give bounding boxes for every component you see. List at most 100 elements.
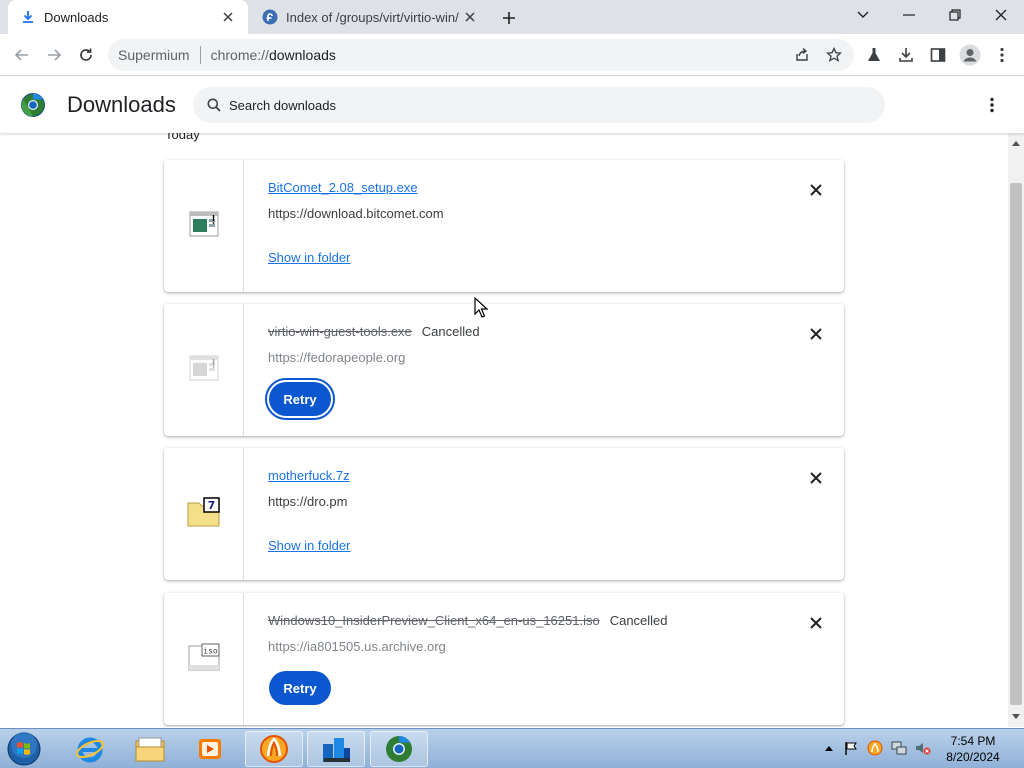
chevron-up-icon xyxy=(825,746,833,751)
search-downloads-input[interactable]: Search downloads xyxy=(193,87,885,123)
close-window-button[interactable] xyxy=(978,0,1024,30)
mouse-cursor-icon xyxy=(474,296,489,323)
retry-button[interactable]: Retry xyxy=(269,671,331,705)
download-icon xyxy=(20,9,36,25)
browser-toolbar: Supermium chrome://downloads xyxy=(0,34,1024,76)
plus-icon xyxy=(503,12,515,24)
url-scheme: chrome:// xyxy=(210,47,269,63)
share-icon[interactable] xyxy=(788,41,816,69)
remove-from-list-button[interactable] xyxy=(804,322,828,346)
chevron-down-icon xyxy=(857,11,869,18)
new-tab-button[interactable] xyxy=(498,7,520,29)
7z-archive-icon: 7 xyxy=(187,496,221,532)
restore-icon xyxy=(949,9,961,21)
show-hidden-icons-button[interactable] xyxy=(820,739,838,757)
profile-button[interactable] xyxy=(956,41,984,69)
file-name-cancelled: Windows10_InsiderPreview_Client_x64_en-u… xyxy=(268,613,600,628)
close-icon[interactable] xyxy=(220,9,236,25)
labs-button[interactable] xyxy=(860,41,888,69)
minimize-button[interactable] xyxy=(886,0,932,30)
start-button[interactable] xyxy=(4,731,44,767)
download-icon xyxy=(899,48,913,62)
file-icon-column xyxy=(164,160,244,292)
clock-date: 8/20/2024 xyxy=(946,750,1000,764)
bitcomet-icon[interactable] xyxy=(245,731,303,767)
site-chip[interactable]: Supermium xyxy=(118,47,190,63)
show-in-folder-link[interactable]: Show in folder xyxy=(268,250,350,265)
bitcomet-tray-icon[interactable] xyxy=(866,739,884,757)
show-in-folder-link[interactable]: Show in folder xyxy=(268,538,350,553)
restore-button[interactable] xyxy=(932,0,978,30)
close-icon[interactable] xyxy=(462,9,478,25)
separator xyxy=(199,46,201,64)
page-title: Downloads xyxy=(67,92,176,117)
file-icon-column: iso xyxy=(164,593,244,725)
forward-button[interactable] xyxy=(40,41,68,69)
svg-text:7: 7 xyxy=(207,499,215,512)
arrow-right-icon xyxy=(48,49,62,61)
file-manager-icon[interactable] xyxy=(307,731,365,767)
side-panel-icon xyxy=(930,48,946,62)
tab-index-virtio[interactable]: Index of /groups/virt/virtio-win/ xyxy=(250,0,490,34)
downloads-button[interactable] xyxy=(892,41,920,69)
media-player-icon[interactable] xyxy=(181,731,239,767)
date-label: Today xyxy=(165,133,200,142)
tab-strip: Downloads Index of /groups/virt/virtio-w… xyxy=(0,0,1024,34)
reload-button[interactable] xyxy=(72,41,100,69)
fedora-icon xyxy=(262,9,278,25)
address-bar[interactable]: Supermium chrome://downloads xyxy=(108,39,854,71)
source-url[interactable]: https://fedorapeople.org xyxy=(268,350,405,365)
file-name: BitComet_2.08_setup.exe xyxy=(268,180,418,195)
scroll-up-arrow-icon[interactable] xyxy=(1008,135,1024,151)
source-url[interactable]: https://ia801505.us.archive.org xyxy=(268,639,446,654)
supermium-logo-icon xyxy=(21,93,45,117)
remove-from-list-button[interactable] xyxy=(804,611,828,635)
supermium-icon[interactable] xyxy=(370,731,428,767)
minimize-icon xyxy=(903,14,915,16)
remove-from-list-button[interactable] xyxy=(804,466,828,490)
tab-downloads[interactable]: Downloads xyxy=(8,0,248,34)
arrow-left-icon xyxy=(14,49,28,61)
tab-search-button[interactable] xyxy=(840,0,886,30)
download-item: virtio-win-guest-tools.exe Cancelled http… xyxy=(164,304,844,436)
retry-button[interactable]: Retry xyxy=(265,378,335,420)
back-button[interactable] xyxy=(8,41,36,69)
download-item: BitComet_2.08_setup.exe https://download… xyxy=(164,160,844,292)
network-icon[interactable] xyxy=(890,739,908,757)
browser-menu-button[interactable] xyxy=(988,41,1016,69)
scrollbar-thumb[interactable] xyxy=(1010,183,1022,705)
exe-file-icon xyxy=(189,211,219,242)
windows-explorer-icon[interactable] xyxy=(121,731,179,767)
source-url[interactable]: https://dro.pm xyxy=(268,494,347,509)
scroll-down-arrow-icon[interactable] xyxy=(1008,709,1024,725)
volume-muted-icon[interactable] xyxy=(914,739,932,757)
more-vert-icon xyxy=(1000,47,1004,63)
windows-logo-icon xyxy=(7,732,41,766)
more-actions-button[interactable] xyxy=(980,93,1004,117)
bookmark-star-icon[interactable] xyxy=(820,41,848,69)
close-icon xyxy=(810,184,822,196)
side-panel-button[interactable] xyxy=(924,41,952,69)
system-clock[interactable]: 7:54 PM 8/20/2024 xyxy=(938,733,1008,765)
downloads-list: Today BitComet_2.08_setup.exe https://do… xyxy=(0,133,1008,727)
clock-time: 7:54 PM xyxy=(950,734,996,748)
svg-text:iso: iso xyxy=(203,646,218,655)
exe-file-icon xyxy=(189,355,219,386)
source-url[interactable]: https://download.bitcomet.com xyxy=(268,206,444,221)
flask-icon xyxy=(868,48,880,61)
file-name-link[interactable]: motherfuck.7z xyxy=(268,468,350,483)
url-text[interactable]: chrome://downloads xyxy=(211,47,336,63)
download-status: Cancelled xyxy=(609,613,668,628)
download-item: 7 motherfuck.7z https://dro.pm Show in f… xyxy=(164,448,844,580)
search-icon xyxy=(205,96,223,114)
file-name-link[interactable]: BitComet_2.08_setup.exe xyxy=(268,180,418,195)
action-center-flag-icon[interactable] xyxy=(842,739,860,757)
file-icon-column: 7 xyxy=(164,448,244,580)
file-icon-column xyxy=(164,304,244,436)
tab-title: Index of /groups/virt/virtio-win/ xyxy=(286,9,459,25)
scrollbar[interactable] xyxy=(1008,133,1024,727)
file-name: motherfuck.7z xyxy=(268,468,350,483)
internet-explorer-icon[interactable] xyxy=(61,731,119,767)
avatar-icon xyxy=(959,44,981,66)
remove-from-list-button[interactable] xyxy=(804,178,828,202)
